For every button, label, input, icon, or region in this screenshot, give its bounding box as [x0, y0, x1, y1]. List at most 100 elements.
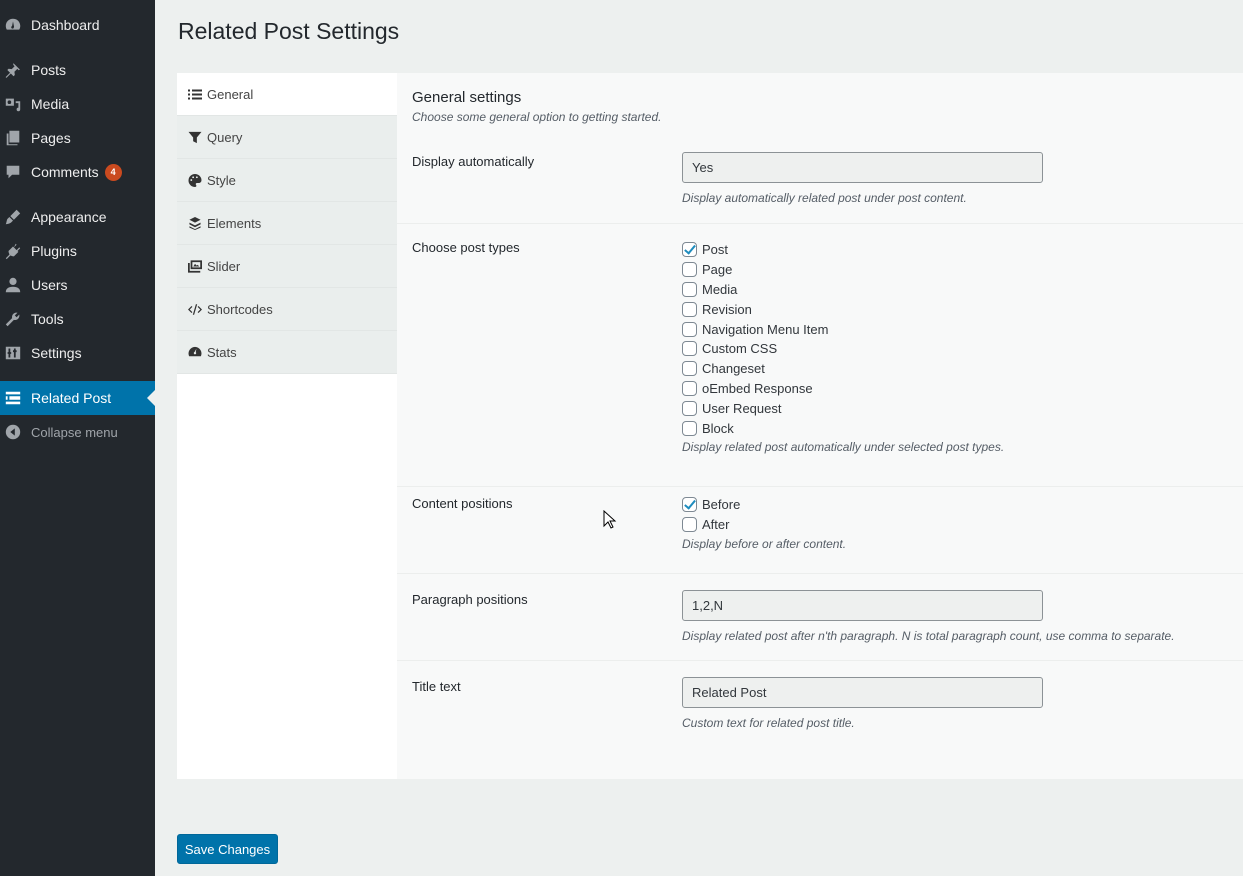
code-icon [187, 302, 203, 316]
field-control: 1,2,N Display related post after n'th pa… [682, 590, 1175, 643]
checkbox-option[interactable]: User Request [682, 398, 1004, 418]
checkbox-option[interactable]: After [682, 515, 846, 535]
tab-style[interactable]: Style [177, 159, 397, 202]
field-label: Title text [412, 679, 461, 694]
menu-item-posts[interactable]: Posts [0, 53, 155, 87]
checkbox-label: Revision [702, 301, 752, 317]
checkbox-unchecked[interactable] [682, 400, 697, 416]
checkbox-unchecked[interactable] [682, 341, 697, 357]
tab-elements[interactable]: Elements [177, 202, 397, 245]
brush-icon [3, 207, 23, 227]
menu-label: Comments [31, 164, 99, 180]
paragraph-positions-input[interactable]: 1,2,N [682, 590, 1043, 621]
list-icon [187, 87, 203, 101]
wrench-icon [3, 309, 23, 329]
checkbox-label: Media [702, 281, 738, 297]
checkbox-label: Block [702, 420, 734, 436]
field-paragraph-positions: Paragraph positions 1,2,N Display relate… [397, 574, 1243, 661]
section-title: General settings [412, 89, 522, 106]
menu-item-plugins[interactable]: Plugins [0, 234, 155, 268]
checkbox-option[interactable]: Changeset [682, 359, 1004, 379]
checkbox-unchecked[interactable] [682, 301, 697, 317]
page-title: Related Post Settings [178, 18, 400, 44]
checkbox-unchecked[interactable] [682, 321, 697, 337]
checkbox-unchecked[interactable] [682, 262, 697, 278]
user-icon [3, 275, 23, 295]
menu-label: Tools [31, 311, 64, 327]
menu-item-pages[interactable]: Pages [0, 121, 155, 155]
field-description: Custom text for related post title. [682, 716, 855, 730]
settings-tabs: General Query Style Elements Slider Shor… [177, 73, 397, 374]
palette-icon [187, 173, 203, 187]
comments-count-badge: 4 [104, 163, 122, 181]
tab-stats[interactable]: Stats [177, 331, 397, 374]
display-automatically-select[interactable]: Yes [682, 152, 1043, 183]
collapse-icon [3, 422, 23, 442]
field-description: Display related post after n'th paragrap… [682, 629, 1175, 643]
field-post-types: Choose post types Post Page Media Revision N… [397, 224, 1243, 487]
section-header: General settings Choose some general opt… [412, 89, 662, 124]
title-text-input[interactable]: Related Post [682, 677, 1043, 708]
collapse-menu-button[interactable]: Collapse menu [0, 415, 155, 449]
checkbox-checked[interactable] [682, 497, 697, 513]
menu-item-tools[interactable]: Tools [0, 302, 155, 336]
field-control: Yes Display automatically related post u… [682, 152, 1043, 205]
images-icon [187, 259, 203, 273]
field-content-positions: Content positions Before After Display bef… [397, 487, 1243, 574]
save-changes-button[interactable]: Save Changes [177, 834, 278, 864]
checkbox-label: Navigation Menu Item [702, 321, 829, 337]
menu-item-appearance[interactable]: Appearance [0, 200, 155, 234]
checkbox-label: Before [702, 497, 741, 513]
menu-label: Related Post [31, 390, 112, 406]
checkbox-option[interactable]: Block [682, 418, 1004, 438]
checkbox-option[interactable]: Page [682, 260, 1004, 280]
settings-panel: General Query Style Elements Slider Shor… [177, 73, 1243, 779]
menu-item-dashboard[interactable]: Dashboard [0, 8, 155, 42]
gauge-icon [187, 345, 203, 359]
field-control: Related Post Custom text for related pos… [682, 677, 1043, 730]
menu-label: Dashboard [31, 17, 100, 33]
pin-icon [3, 60, 23, 80]
menu-label: Settings [31, 345, 82, 361]
tab-query[interactable]: Query [177, 116, 397, 159]
field-label: Choose post types [412, 240, 520, 255]
checkbox-option[interactable]: Before [682, 495, 846, 515]
checkbox-unchecked[interactable] [682, 361, 697, 377]
checkbox-checked[interactable] [682, 242, 697, 258]
tab-label: Shortcodes [207, 301, 273, 317]
menu-label: Plugins [31, 243, 77, 259]
menu-label: Posts [31, 62, 67, 78]
menu-item-settings[interactable]: Settings [0, 336, 155, 370]
checkbox-unchecked[interactable] [682, 420, 697, 436]
tab-slider[interactable]: Slider [177, 245, 397, 288]
admin-menu: Dashboard Posts Media Pages Comments 4 A… [0, 0, 155, 876]
tab-label: Style [207, 172, 236, 188]
tab-label: Elements [207, 215, 262, 231]
checkbox-unchecked[interactable] [682, 380, 697, 396]
checkbox-label: oEmbed Response [702, 380, 813, 396]
menu-label: Media [31, 96, 70, 112]
checkbox-unchecked[interactable] [682, 517, 697, 533]
checkbox-unchecked[interactable] [682, 281, 697, 297]
checkbox-option[interactable]: Navigation Menu Item [682, 319, 1004, 339]
menu-item-comments[interactable]: Comments 4 [0, 155, 155, 189]
field-description: Display automatically related post under… [682, 191, 967, 205]
tab-shortcodes[interactable]: Shortcodes [177, 288, 397, 331]
menu-label: Users [31, 277, 68, 293]
checkbox-option[interactable]: Revision [682, 299, 1004, 319]
menu-item-users[interactable]: Users [0, 268, 155, 302]
menu-item-related-post[interactable]: Related Post [0, 381, 155, 415]
checkbox-option[interactable]: Post [682, 240, 1004, 260]
checkbox-option[interactable]: Custom CSS [682, 339, 1004, 359]
field-label: Display automatically [412, 154, 535, 169]
checkbox-option[interactable]: Media [682, 280, 1004, 300]
checkbox-option[interactable]: oEmbed Response [682, 379, 1004, 399]
list-icon [3, 388, 23, 408]
checkbox-label: Page [702, 262, 733, 278]
tab-general[interactable]: General [177, 73, 397, 116]
dashboard-icon [3, 15, 23, 35]
menu-item-media[interactable]: Media [0, 87, 155, 121]
menu-label: Pages [31, 130, 71, 146]
sliders-icon [3, 343, 23, 363]
checkbox-label: Post [702, 242, 729, 258]
